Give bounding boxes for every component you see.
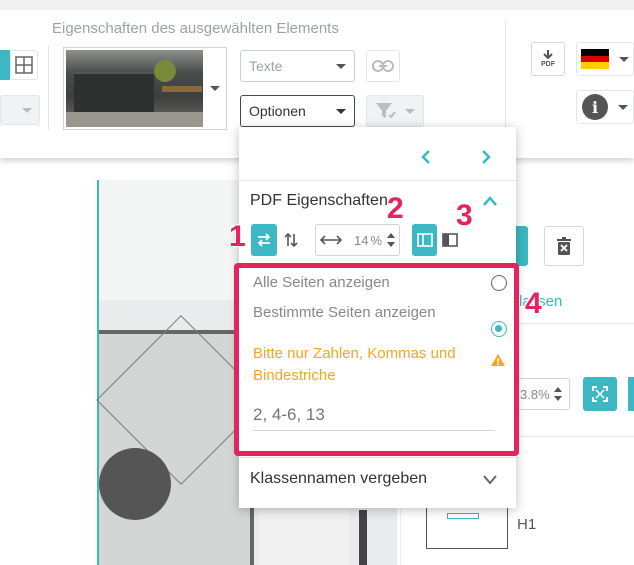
toolbar-top-strip	[0, 0, 634, 10]
texte-select-value: Texte	[249, 58, 283, 74]
annotation-number-2: 2	[387, 192, 404, 225]
layout-grid-button[interactable]	[10, 50, 38, 80]
pdf-download-icon: PDF	[541, 50, 555, 68]
annotation-number-1: 1	[229, 220, 246, 253]
optionen-select-value: Optionen	[249, 103, 306, 119]
toolbar-title: Eigenschaften des ausgewählten Elements	[52, 20, 339, 37]
trash-icon	[557, 237, 571, 255]
stepper-arrows-icon	[553, 387, 562, 401]
annotation-highlight-box	[234, 263, 519, 456]
pdf-export-button[interactable]: PDF	[531, 42, 565, 76]
h1-label: H1	[517, 516, 537, 533]
layout-left-button[interactable]	[412, 224, 437, 256]
shape-dropdown[interactable]	[0, 95, 40, 125]
chevron-down-icon	[210, 86, 220, 91]
width-arrows-icon	[320, 235, 342, 245]
pdf-properties-heading[interactable]: PDF Eigenschaften	[250, 192, 388, 210]
chevron-down-icon	[336, 63, 346, 69]
chevron-right-icon[interactable]	[479, 149, 493, 165]
panel-filled-icon	[441, 233, 458, 247]
info-icon: i	[582, 94, 608, 120]
chevron-up-icon[interactable]	[482, 195, 498, 207]
filter-icon	[376, 103, 396, 119]
delete-button[interactable]	[544, 226, 584, 266]
info-dropdown[interactable]: i	[576, 90, 634, 124]
grid-icon	[15, 56, 33, 74]
link-icon	[372, 60, 394, 72]
chevron-down-icon	[405, 108, 415, 114]
chevron-down-icon	[618, 104, 628, 110]
swap-horizontal-icon	[257, 233, 271, 247]
german-flag-icon	[581, 49, 609, 70]
fit-screen-button[interactable]	[583, 377, 617, 411]
panel-left-icon	[416, 233, 433, 247]
layout-grid-active-button[interactable]	[0, 50, 10, 80]
texte-select[interactable]: Texte	[240, 50, 355, 82]
filter-dropdown[interactable]	[366, 95, 424, 127]
language-dropdown[interactable]	[576, 42, 634, 76]
classnames-heading[interactable]: Klassennamen vergeben	[250, 470, 427, 488]
annotation-number-4: 4	[525, 287, 542, 320]
optionen-select[interactable]: Optionen	[240, 95, 355, 127]
chevron-left-icon[interactable]	[419, 149, 433, 165]
chevron-down-icon	[22, 107, 32, 113]
margin-value: 14	[354, 232, 369, 248]
swap-vertical-icon	[284, 232, 298, 248]
orientation-horizontal-button[interactable]	[251, 224, 277, 256]
chevron-down-icon[interactable]	[482, 473, 498, 485]
chevron-down-icon	[619, 56, 629, 62]
annotation-number-3: 3	[456, 199, 473, 232]
link-button[interactable]	[366, 50, 400, 82]
chevron-down-icon	[336, 108, 346, 114]
expand-icon	[592, 386, 608, 402]
stepper-arrows-icon	[387, 233, 396, 247]
zoom-stepper[interactable]: 3.8%	[516, 378, 570, 410]
selected-image-thumbnail	[66, 50, 203, 127]
orientation-vertical-button[interactable]	[279, 224, 303, 256]
margin-stepper[interactable]: 14%	[315, 224, 400, 256]
zoom-value: 3.8	[520, 386, 539, 402]
